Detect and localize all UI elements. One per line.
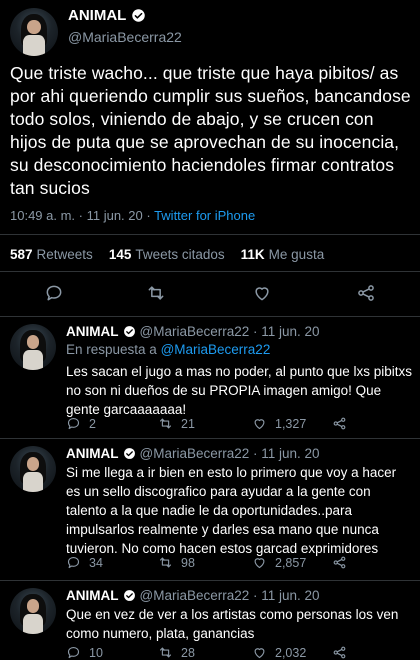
reply-icon	[67, 646, 80, 659]
avatar[interactable]	[10, 446, 56, 492]
retweet-button[interactable]: 98	[158, 555, 195, 570]
reply-tweet[interactable]: ANIMAL @MariaBecerra22 · 11 jun. 20 Si m…	[0, 440, 420, 580]
reply-count: 10	[89, 645, 103, 660]
reply-tweet[interactable]: ANIMAL @MariaBecerra22 · 11 jun. 20 Que …	[0, 582, 420, 660]
quotes-stat[interactable]: 145 Tweets citados	[109, 247, 225, 262]
retweet-icon	[159, 557, 172, 568]
share-icon	[333, 417, 346, 430]
like-button[interactable]: 1,327	[252, 416, 306, 431]
like-button[interactable]: 2,857	[252, 555, 306, 570]
reply-header: ANIMAL @MariaBecerra22 · 11 jun. 20	[66, 588, 320, 603]
share-button[interactable]	[332, 645, 347, 660]
reply-text: Que en vez de ver a los artistas como pe…	[66, 607, 399, 641]
tweet-meta: 10:49 a. m. · 11 jun. 20 · Twitter for i…	[10, 208, 255, 223]
reply-count: 2	[89, 416, 96, 431]
reply-icon[interactable]	[44, 283, 64, 303]
tweet-text: Que triste wacho... que triste que haya …	[10, 63, 411, 198]
reply-button[interactable]: 2	[66, 416, 96, 431]
tweet-stats: 587 Retweets 145 Tweets citados 11K Me gust…	[10, 247, 324, 262]
reply-actions: 2 21 1,327	[66, 416, 366, 434]
mention-link[interactable]: @MariaBecerra22	[161, 342, 271, 357]
verified-badge-icon	[132, 9, 146, 22]
like-icon	[254, 648, 265, 659]
divider	[0, 234, 420, 235]
retweet-count: 98	[181, 555, 195, 570]
in-reply-to: En respuesta a @MariaBecerra22	[66, 342, 271, 357]
display-name[interactable]: ANIMAL	[66, 588, 119, 603]
divider	[0, 580, 420, 581]
display-name-text[interactable]: ANIMAL	[68, 7, 126, 24]
handle-and-date[interactable]: @MariaBecerra22 · 11 jun. 20	[140, 588, 320, 603]
reply-icon	[67, 556, 80, 569]
likes-stat[interactable]: 11K Me gusta	[241, 247, 325, 262]
divider	[0, 271, 420, 272]
share-button[interactable]	[332, 555, 347, 570]
divider	[0, 438, 420, 439]
retweet-icon[interactable]	[146, 283, 166, 303]
reply-header: ANIMAL @MariaBecerra22 · 11 jun. 20	[66, 324, 320, 339]
retweet-button[interactable]: 21	[158, 416, 195, 431]
share-icon[interactable]	[356, 283, 376, 303]
reply-tweet[interactable]: ANIMAL @MariaBecerra22 · 11 jun. 20 En r…	[0, 318, 420, 438]
like-count: 2,857	[275, 555, 307, 570]
retweet-count: 28	[181, 645, 195, 660]
reply-text: Les sacan el jugo a mas no poder, al pun…	[66, 364, 412, 417]
verified-badge-icon	[123, 326, 135, 337]
divider	[0, 316, 420, 317]
reply-count: 34	[89, 555, 103, 570]
like-button[interactable]: 2,032	[252, 645, 306, 660]
like-icon[interactable]	[252, 283, 272, 303]
avatar[interactable]	[10, 324, 56, 370]
handle-and-date[interactable]: @MariaBecerra22 · 11 jun. 20	[140, 324, 320, 339]
retweets-stat[interactable]: 587 Retweets	[10, 247, 93, 262]
like-icon	[254, 419, 265, 430]
reply-button[interactable]: 10	[66, 645, 103, 660]
reply-actions: 34 98 2,857	[66, 555, 366, 573]
tweet-timestamp[interactable]: 10:49 a. m. · 11 jun. 20 ·	[10, 208, 151, 223]
like-count: 1,327	[275, 416, 307, 431]
share-icon	[333, 556, 346, 569]
reply-button[interactable]: 34	[66, 555, 103, 570]
verified-badge-icon	[123, 448, 135, 459]
handle-and-date[interactable]: @MariaBecerra22 · 11 jun. 20	[140, 446, 320, 461]
like-count: 2,032	[275, 645, 307, 660]
retweet-button[interactable]: 28	[158, 645, 195, 660]
display-name[interactable]: ANIMAL	[68, 7, 146, 24]
avatar[interactable]	[10, 8, 58, 56]
reply-icon	[67, 417, 80, 430]
retweet-icon	[159, 647, 172, 658]
reply-text: Si me llega a ir bien en esto lo primero…	[66, 465, 397, 556]
retweet-count: 21	[181, 416, 195, 431]
verified-badge-icon	[123, 590, 135, 601]
handle[interactable]: @MariaBecerra22	[68, 29, 182, 45]
display-name[interactable]: ANIMAL	[66, 324, 119, 339]
share-icon	[333, 646, 346, 659]
reply-header: ANIMAL @MariaBecerra22 · 11 jun. 20	[66, 446, 320, 461]
avatar[interactable]	[10, 588, 56, 634]
tweet-actions	[0, 283, 420, 307]
display-name[interactable]: ANIMAL	[66, 446, 119, 461]
like-icon	[254, 558, 265, 569]
reply-actions: 10 28 2,032	[66, 645, 366, 660]
share-button[interactable]	[332, 416, 347, 431]
tweet-source-link[interactable]: Twitter for iPhone	[154, 208, 255, 223]
retweet-icon	[159, 418, 172, 429]
